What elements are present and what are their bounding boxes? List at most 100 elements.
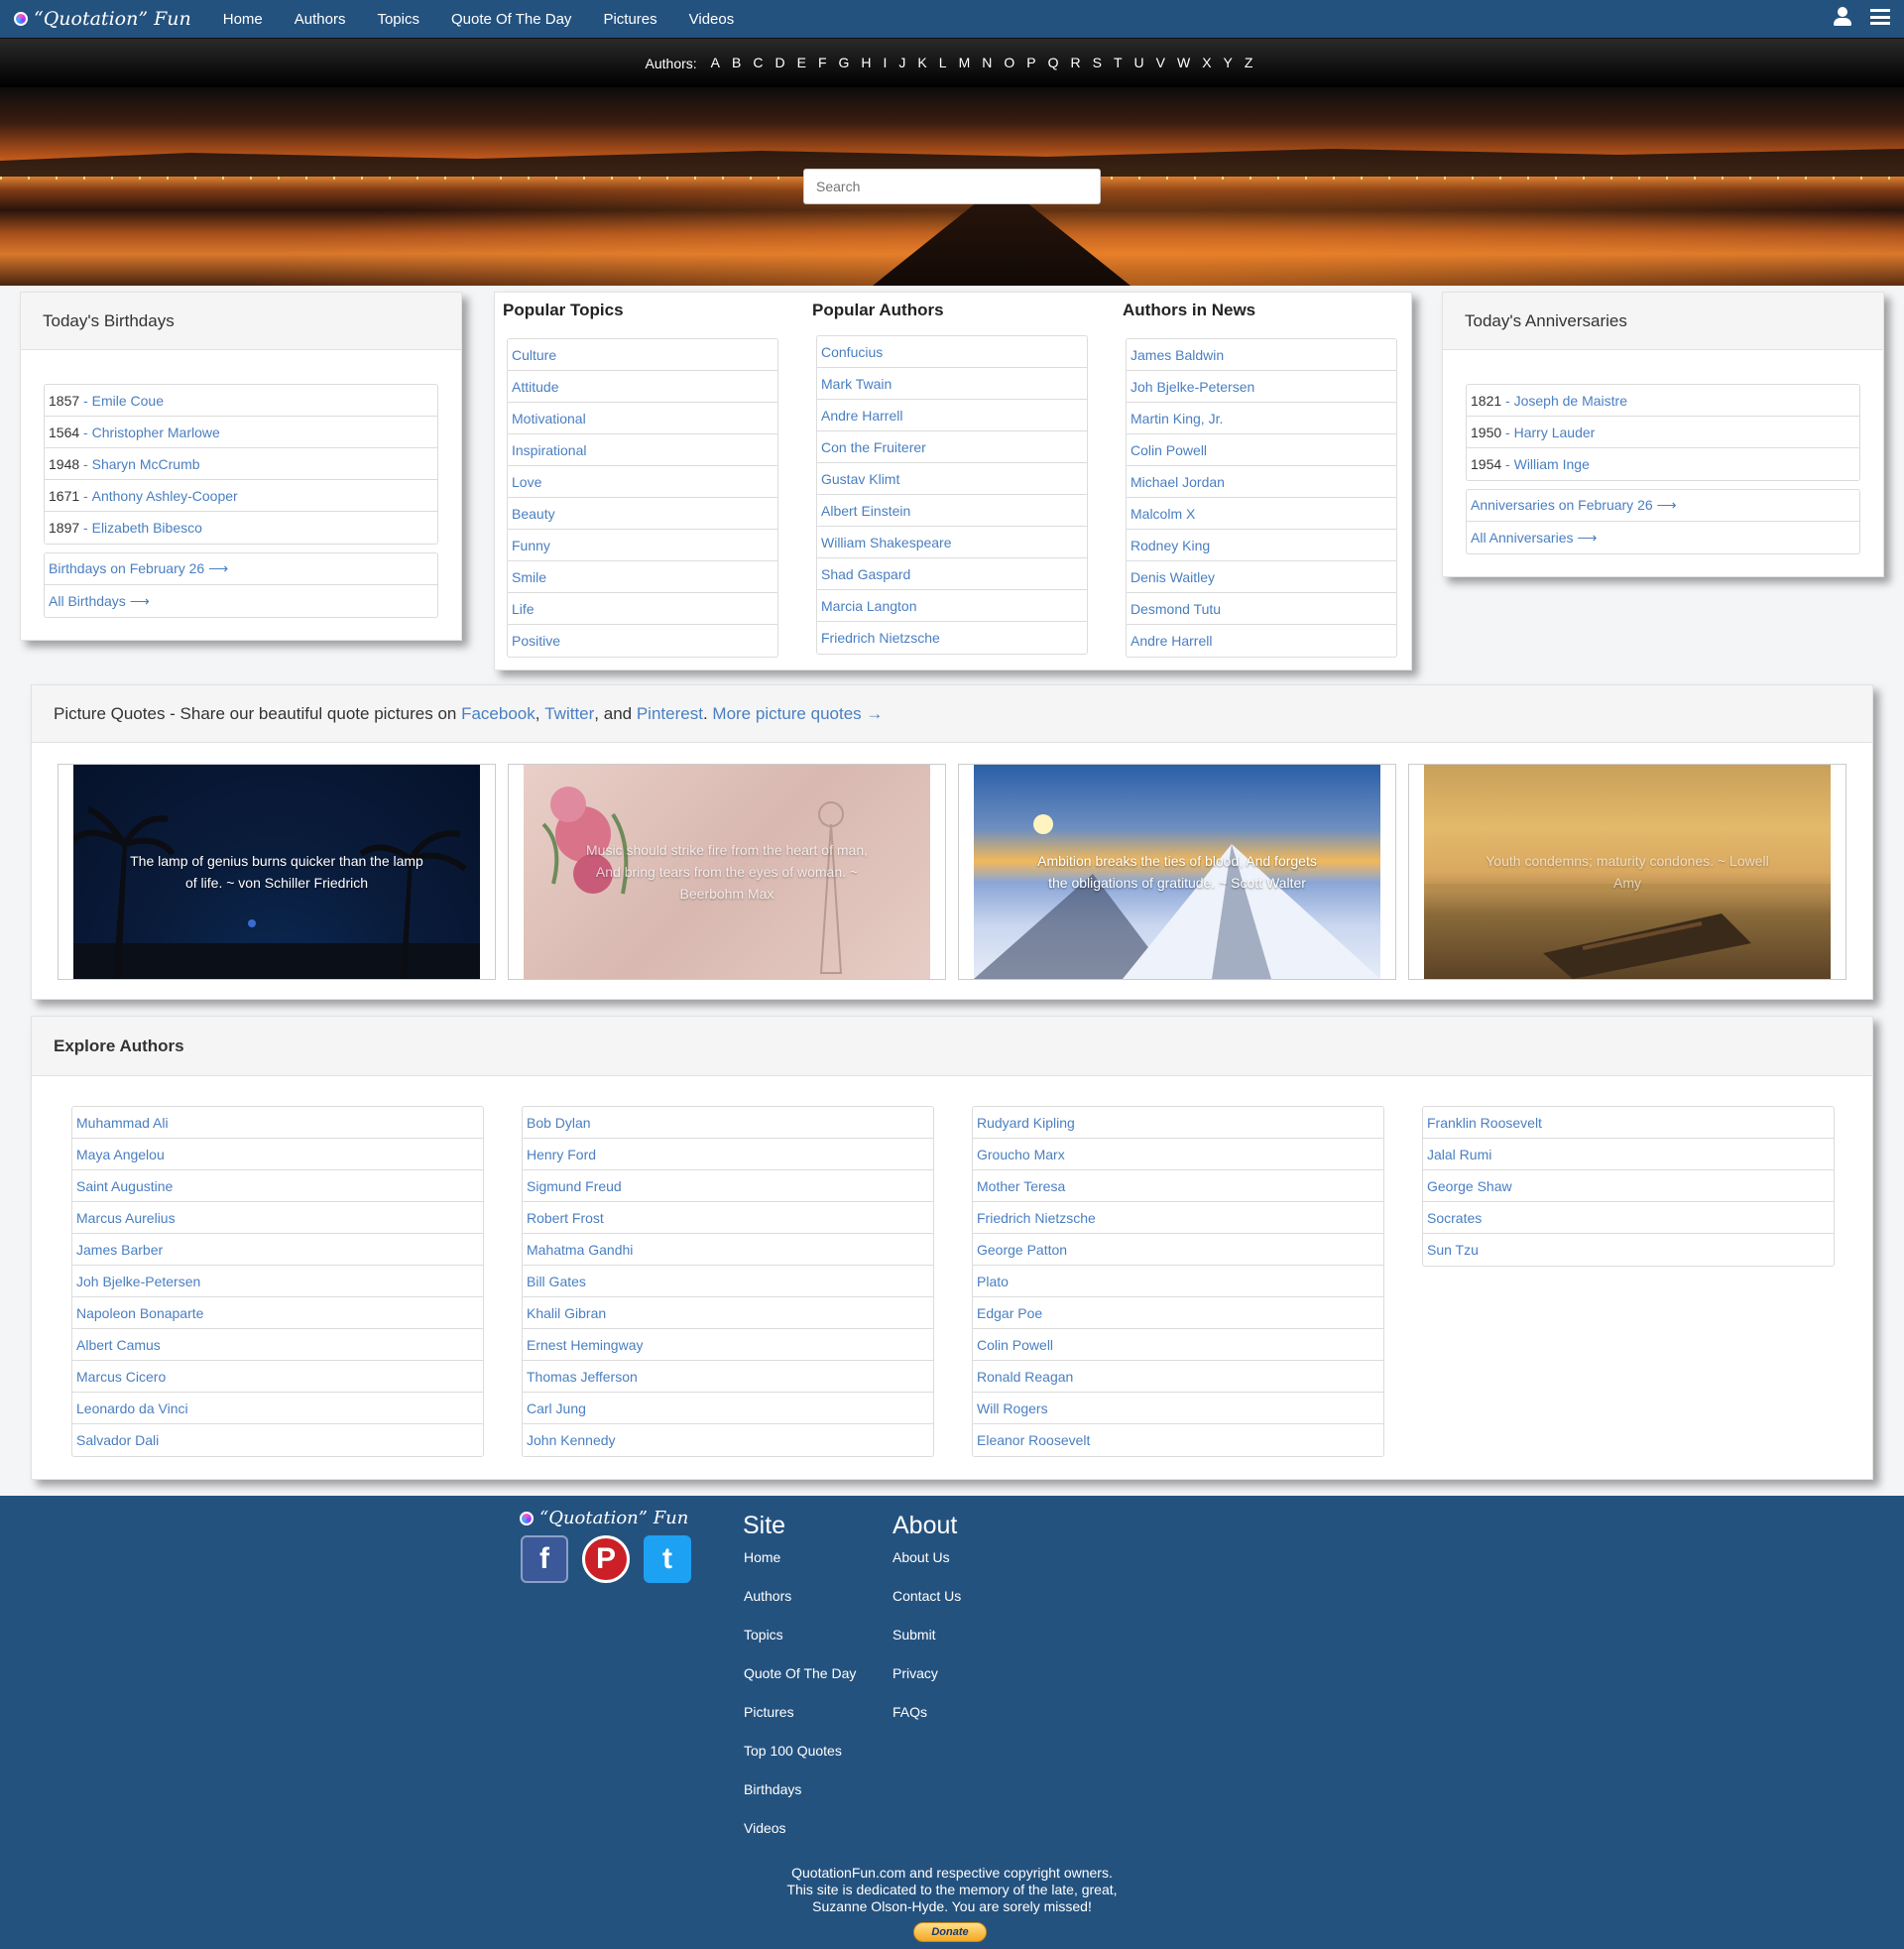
author-link[interactable]: Friedrich Nietzsche: [817, 622, 1087, 654]
picture-quote-2[interactable]: Music should strike fire from the heart …: [508, 764, 946, 980]
author-link[interactable]: Confucius: [817, 336, 1087, 368]
footer-link[interactable]: Pictures: [744, 1704, 794, 1720]
author-link[interactable]: Denis Waitley: [1127, 561, 1396, 593]
author-link[interactable]: Plato: [973, 1266, 1383, 1297]
hamburger-menu-icon[interactable]: [1870, 9, 1890, 25]
author-link[interactable]: Jalal Rumi: [1423, 1139, 1834, 1170]
topic-link[interactable]: Positive: [508, 625, 777, 657]
footer-link[interactable]: Contact Us: [892, 1588, 961, 1604]
alphabet-letter-t[interactable]: T: [1114, 55, 1123, 70]
all-birthdays-link[interactable]: All Birthdays ⟶: [45, 585, 437, 617]
author-link[interactable]: Rodney King: [1127, 530, 1396, 561]
picture-quote-4[interactable]: Youth condemns; maturity condones. ~ Low…: [1408, 764, 1846, 980]
topic-link[interactable]: Funny: [508, 530, 777, 561]
author-link[interactable]: Leonardo da Vinci: [72, 1393, 483, 1424]
birthdays-on-date-link[interactable]: Birthdays on February 26 ⟶: [45, 553, 437, 585]
author-link[interactable]: Ernest Hemingway: [523, 1329, 933, 1361]
alphabet-letter-k[interactable]: K: [917, 55, 926, 70]
footer-link[interactable]: Top 100 Quotes: [744, 1743, 842, 1759]
person-link[interactable]: William Inge: [1514, 456, 1590, 472]
alphabet-letter-c[interactable]: C: [753, 55, 763, 70]
nav-topics[interactable]: Topics: [377, 11, 419, 28]
topic-link[interactable]: Beauty: [508, 498, 777, 530]
footer-link[interactable]: Authors: [744, 1588, 791, 1604]
author-link[interactable]: Mother Teresa: [973, 1170, 1383, 1202]
author-link[interactable]: Marcus Aurelius: [72, 1202, 483, 1234]
picture-quote-1[interactable]: The lamp of genius burns quicker than th…: [58, 764, 496, 980]
footer-link[interactable]: Privacy: [892, 1665, 938, 1681]
topic-link[interactable]: Life: [508, 593, 777, 625]
author-link[interactable]: Michael Jordan: [1127, 466, 1396, 498]
alphabet-letter-o[interactable]: O: [1004, 55, 1014, 70]
author-link[interactable]: Bob Dylan: [523, 1107, 933, 1139]
author-link[interactable]: James Baldwin: [1127, 339, 1396, 371]
birthdays-item[interactable]: 1948 - Sharyn McCrumb: [45, 448, 437, 480]
alphabet-letter-z[interactable]: Z: [1245, 55, 1253, 70]
alphabet-letter-f[interactable]: F: [818, 55, 827, 70]
author-link[interactable]: Franklin Roosevelt: [1423, 1107, 1834, 1139]
person-link[interactable]: Emile Coue: [92, 393, 164, 409]
footer-link[interactable]: Home: [744, 1549, 780, 1565]
author-link[interactable]: Eleanor Roosevelt: [973, 1424, 1383, 1456]
pinterest-icon[interactable]: P: [582, 1535, 630, 1583]
footer-brand[interactable]: “Quotation” Fun: [520, 1508, 688, 1528]
facebook-link[interactable]: Facebook: [461, 704, 536, 724]
alphabet-letter-d[interactable]: D: [774, 55, 784, 70]
author-link[interactable]: Shad Gaspard: [817, 558, 1087, 590]
footer-link[interactable]: Submit: [892, 1627, 936, 1643]
birthdays-item[interactable]: 1564 - Christopher Marlowe: [45, 417, 437, 448]
alphabet-letter-r[interactable]: R: [1070, 55, 1080, 70]
author-link[interactable]: George Patton: [973, 1234, 1383, 1266]
author-link[interactable]: Joh Bjelke-Petersen: [1127, 371, 1396, 403]
person-link[interactable]: Joseph de Maistre: [1514, 393, 1627, 409]
more-picture-quotes-link[interactable]: More picture quotes →: [712, 704, 883, 724]
alphabet-letter-l[interactable]: L: [939, 55, 947, 70]
birthdays-item[interactable]: 1857 - Emile Coue: [45, 385, 437, 417]
author-link[interactable]: Marcus Cicero: [72, 1361, 483, 1393]
alphabet-letter-v[interactable]: V: [1156, 55, 1165, 70]
footer-link[interactable]: Birthdays: [744, 1781, 801, 1797]
anniversaries-item[interactable]: 1954 - William Inge: [1467, 448, 1859, 480]
topic-link[interactable]: Smile: [508, 561, 777, 593]
author-link[interactable]: Carl Jung: [523, 1393, 933, 1424]
author-link[interactable]: Albert Camus: [72, 1329, 483, 1361]
author-link[interactable]: Mahatma Gandhi: [523, 1234, 933, 1266]
alphabet-letter-w[interactable]: W: [1177, 55, 1190, 70]
donate-button[interactable]: Donate: [913, 1922, 987, 1942]
facebook-icon[interactable]: f: [521, 1535, 568, 1583]
search-input[interactable]: [803, 169, 1101, 204]
author-link[interactable]: James Barber: [72, 1234, 483, 1266]
brand-logo[interactable]: “Quotation” Fun: [14, 8, 191, 30]
alphabet-letter-m[interactable]: M: [959, 55, 971, 70]
topic-link[interactable]: Inspirational: [508, 434, 777, 466]
footer-link[interactable]: Quote Of The Day: [744, 1665, 856, 1681]
author-link[interactable]: Con the Fruiterer: [817, 431, 1087, 463]
person-link[interactable]: Anthony Ashley-Cooper: [92, 488, 238, 504]
nav-videos[interactable]: Videos: [689, 11, 735, 28]
alphabet-letter-q[interactable]: Q: [1048, 55, 1059, 70]
footer-link[interactable]: FAQs: [892, 1704, 927, 1720]
topic-link[interactable]: Attitude: [508, 371, 777, 403]
author-link[interactable]: Desmond Tutu: [1127, 593, 1396, 625]
author-link[interactable]: Ronald Reagan: [973, 1361, 1383, 1393]
picture-quote-3[interactable]: Ambition breaks the ties of blood, And f…: [958, 764, 1396, 980]
alphabet-letter-a[interactable]: A: [711, 55, 720, 70]
author-link[interactable]: Will Rogers: [973, 1393, 1383, 1424]
author-link[interactable]: Robert Frost: [523, 1202, 933, 1234]
nav-quote-of-the-day[interactable]: Quote Of The Day: [451, 11, 571, 28]
anniversaries-on-date-link[interactable]: Anniversaries on February 26 ⟶: [1467, 490, 1859, 522]
author-link[interactable]: Colin Powell: [1127, 434, 1396, 466]
anniversaries-item[interactable]: 1950 - Harry Lauder: [1467, 417, 1859, 448]
twitter-link[interactable]: Twitter: [544, 704, 594, 724]
author-link[interactable]: Andre Harrell: [1127, 625, 1396, 657]
person-link[interactable]: Sharyn McCrumb: [92, 456, 200, 472]
footer-link[interactable]: About Us: [892, 1549, 950, 1565]
author-link[interactable]: Joh Bjelke-Petersen: [72, 1266, 483, 1297]
author-link[interactable]: Marcia Langton: [817, 590, 1087, 622]
author-link[interactable]: Sigmund Freud: [523, 1170, 933, 1202]
author-link[interactable]: Friedrich Nietzsche: [973, 1202, 1383, 1234]
nav-home[interactable]: Home: [223, 11, 263, 28]
alphabet-letter-y[interactable]: Y: [1224, 55, 1233, 70]
author-link[interactable]: Malcolm X: [1127, 498, 1396, 530]
alphabet-letter-j[interactable]: J: [898, 55, 905, 70]
